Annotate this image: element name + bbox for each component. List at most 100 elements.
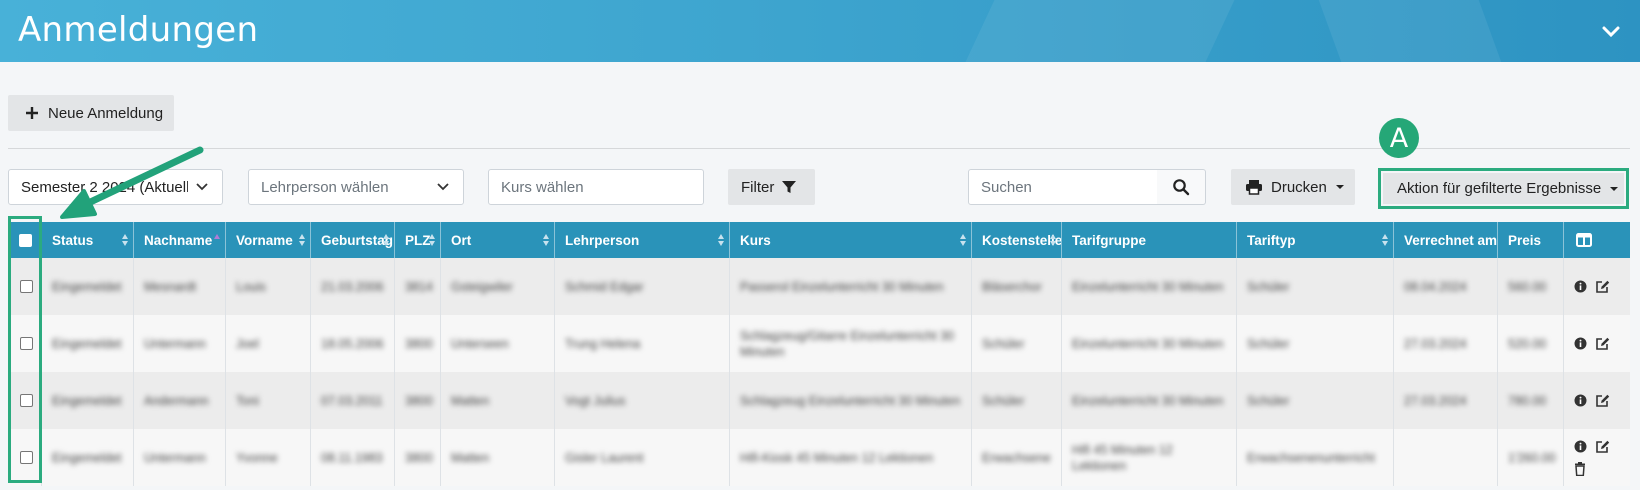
page-title: Anmeldungen xyxy=(18,10,259,50)
table-cell: Eingemeldet xyxy=(42,315,134,372)
table-cell xyxy=(1394,429,1498,486)
row-actions xyxy=(1564,372,1630,429)
bulk-action-button[interactable]: Aktion für gefilterte Ergebnisse xyxy=(1383,173,1624,204)
search-input[interactable]: Suchen xyxy=(968,169,1158,205)
column-header-lehrperson[interactable]: Lehrperson xyxy=(555,222,730,258)
cell-value: 08.11.1983 xyxy=(321,450,383,465)
table-cell: Erwachsene xyxy=(972,429,1062,486)
cell-value: Gsteigwiler xyxy=(451,279,513,294)
edit-icon[interactable] xyxy=(1595,440,1610,454)
cell-value: Einzelunterricht 30 Minuten xyxy=(1072,279,1224,294)
table-row[interactable]: Eingemeldet Untermann Yvonne 08.11.1983 3800… xyxy=(8,429,1630,486)
cell-value: 3800 xyxy=(405,393,433,408)
table-cell: Einzelunterricht 30 Minuten xyxy=(1062,315,1237,372)
row-actions xyxy=(1564,258,1630,315)
column-label: Ort xyxy=(451,232,472,248)
search-button[interactable] xyxy=(1157,169,1206,205)
column-header-preis[interactable]: Preis xyxy=(1498,222,1564,258)
table-row[interactable]: Eingemeldet Andermann Toni 07.03.2011 3800 Ma… xyxy=(8,372,1630,429)
teacher-select[interactable]: Lehrperson wählen xyxy=(248,169,464,205)
cell-value: Bläserchor xyxy=(982,279,1042,294)
table-cell: Untermann xyxy=(134,429,226,486)
table-row[interactable]: Eingemeldet Untermann Joel 18.05.2006 3800 Un… xyxy=(8,315,1630,372)
cell-value: Schüler xyxy=(982,393,1025,408)
trash-icon[interactable] xyxy=(1574,461,1586,476)
table-cell: Schlagzeug Einzelunterricht 30 Minuten xyxy=(730,372,972,429)
caret-down-icon xyxy=(1335,185,1344,189)
table-cell: Andermann xyxy=(134,372,226,429)
table-cell: Unterseen xyxy=(441,315,555,372)
table-cell: Passerol Einzelunterricht 30 Minuten xyxy=(730,258,972,315)
table-cell: Bläserchor xyxy=(972,258,1062,315)
cell-value: 780.00 xyxy=(1508,393,1547,408)
info-icon[interactable] xyxy=(1574,337,1587,350)
teacher-placeholder: Lehrperson wählen xyxy=(261,178,389,196)
sort-icon xyxy=(543,234,549,246)
column-label: Preis xyxy=(1508,232,1542,248)
cell-value: 1'260.00 xyxy=(1508,450,1556,465)
table-cell: Schüler xyxy=(972,315,1062,372)
funnel-icon xyxy=(782,181,797,193)
row-actions xyxy=(1564,429,1630,486)
cell-value: Schüler xyxy=(1247,393,1290,408)
column-header-ort[interactable]: Ort xyxy=(441,222,555,258)
column-header-geburtstag[interactable]: Geburtstag xyxy=(311,222,395,258)
columns-icon[interactable] xyxy=(1576,233,1592,247)
column-header-plz[interactable]: PLZ xyxy=(395,222,441,258)
new-registration-button[interactable]: Neue Anmeldung xyxy=(8,95,174,131)
info-icon[interactable] xyxy=(1574,394,1587,407)
table-cell: 780.00 xyxy=(1498,372,1564,429)
edit-icon[interactable] xyxy=(1595,337,1610,351)
table-cell: Yvonne xyxy=(226,429,311,486)
caret-down-icon xyxy=(1610,186,1619,191)
table-cell: 18.05.2006 xyxy=(311,315,395,372)
info-icon[interactable] xyxy=(1574,280,1587,293)
course-select[interactable]: Kurs wählen xyxy=(488,169,704,205)
edit-icon[interactable] xyxy=(1595,280,1610,294)
column-header-tarifgruppe[interactable]: Tarifgruppe xyxy=(1062,222,1237,258)
column-header-nachname[interactable]: Nachname xyxy=(134,222,226,258)
print-button[interactable]: Drucken xyxy=(1231,169,1355,205)
cell-value: Joel xyxy=(236,336,259,351)
cell-value: Eingemeldet xyxy=(52,393,122,408)
cell-value: Trung Helena xyxy=(565,336,641,351)
table-row[interactable]: Eingemeldet Mesnardt Louis 21.03.2006 3814 Gs… xyxy=(8,258,1630,315)
table-cell: 21.03.2006 xyxy=(311,258,395,315)
cell-value: 18.05.2006 xyxy=(321,336,384,351)
sort-icon xyxy=(960,234,966,246)
info-icon[interactable] xyxy=(1574,440,1587,453)
column-header-kurs[interactable]: Kurs xyxy=(730,222,972,258)
cell-value: 27.03.2024 xyxy=(1404,393,1467,408)
column-header-tariftyp[interactable]: Tariftyp xyxy=(1237,222,1394,258)
table-cell: Trung Helena xyxy=(555,315,730,372)
column-header-verrechnet[interactable]: Verrechnet am xyxy=(1394,222,1498,258)
table-cell: Mesnardt xyxy=(134,258,226,315)
filter-button[interactable]: Filter xyxy=(728,169,815,205)
table-cell: 1'260.00 xyxy=(1498,429,1564,486)
table-cell: Gisler Laurent xyxy=(555,429,730,486)
new-registration-label: Neue Anmeldung xyxy=(48,104,164,122)
table-cell: Louis xyxy=(226,258,311,315)
column-label: Lehrperson xyxy=(565,232,640,248)
cell-value: Toni xyxy=(236,393,259,408)
semester-select[interactable]: Semester 2 2024 (Aktuell) xyxy=(8,169,223,205)
table-cell: Schlagzeug/Gitarre Einzelunterricht 30 M… xyxy=(730,315,972,372)
column-header-vorname[interactable]: Vorname xyxy=(226,222,311,258)
table-cell: 560.00 xyxy=(1498,258,1564,315)
column-header-kostenstelle[interactable]: Kostenstelle xyxy=(972,222,1062,258)
table-cell: Schmid Edgar xyxy=(555,258,730,315)
chevron-down-icon xyxy=(437,183,449,191)
sort-icon xyxy=(429,234,435,246)
table-cell: 27.03.2024 xyxy=(1394,315,1498,372)
column-header-status[interactable]: Status xyxy=(42,222,134,258)
table-cell: Einzelunterricht 30 Minuten xyxy=(1062,372,1237,429)
table-cell: Untermann xyxy=(134,315,226,372)
cell-value: Andermann xyxy=(144,393,209,408)
cell-value: Eingemeldet xyxy=(52,336,122,351)
edit-icon[interactable] xyxy=(1595,394,1610,408)
column-toggle-cell xyxy=(1564,222,1630,258)
chevron-down-icon[interactable] xyxy=(1600,20,1622,42)
column-label: Tariftyp xyxy=(1247,232,1296,248)
cell-value: Untermann xyxy=(144,336,206,351)
header-decoration xyxy=(1318,0,1502,62)
